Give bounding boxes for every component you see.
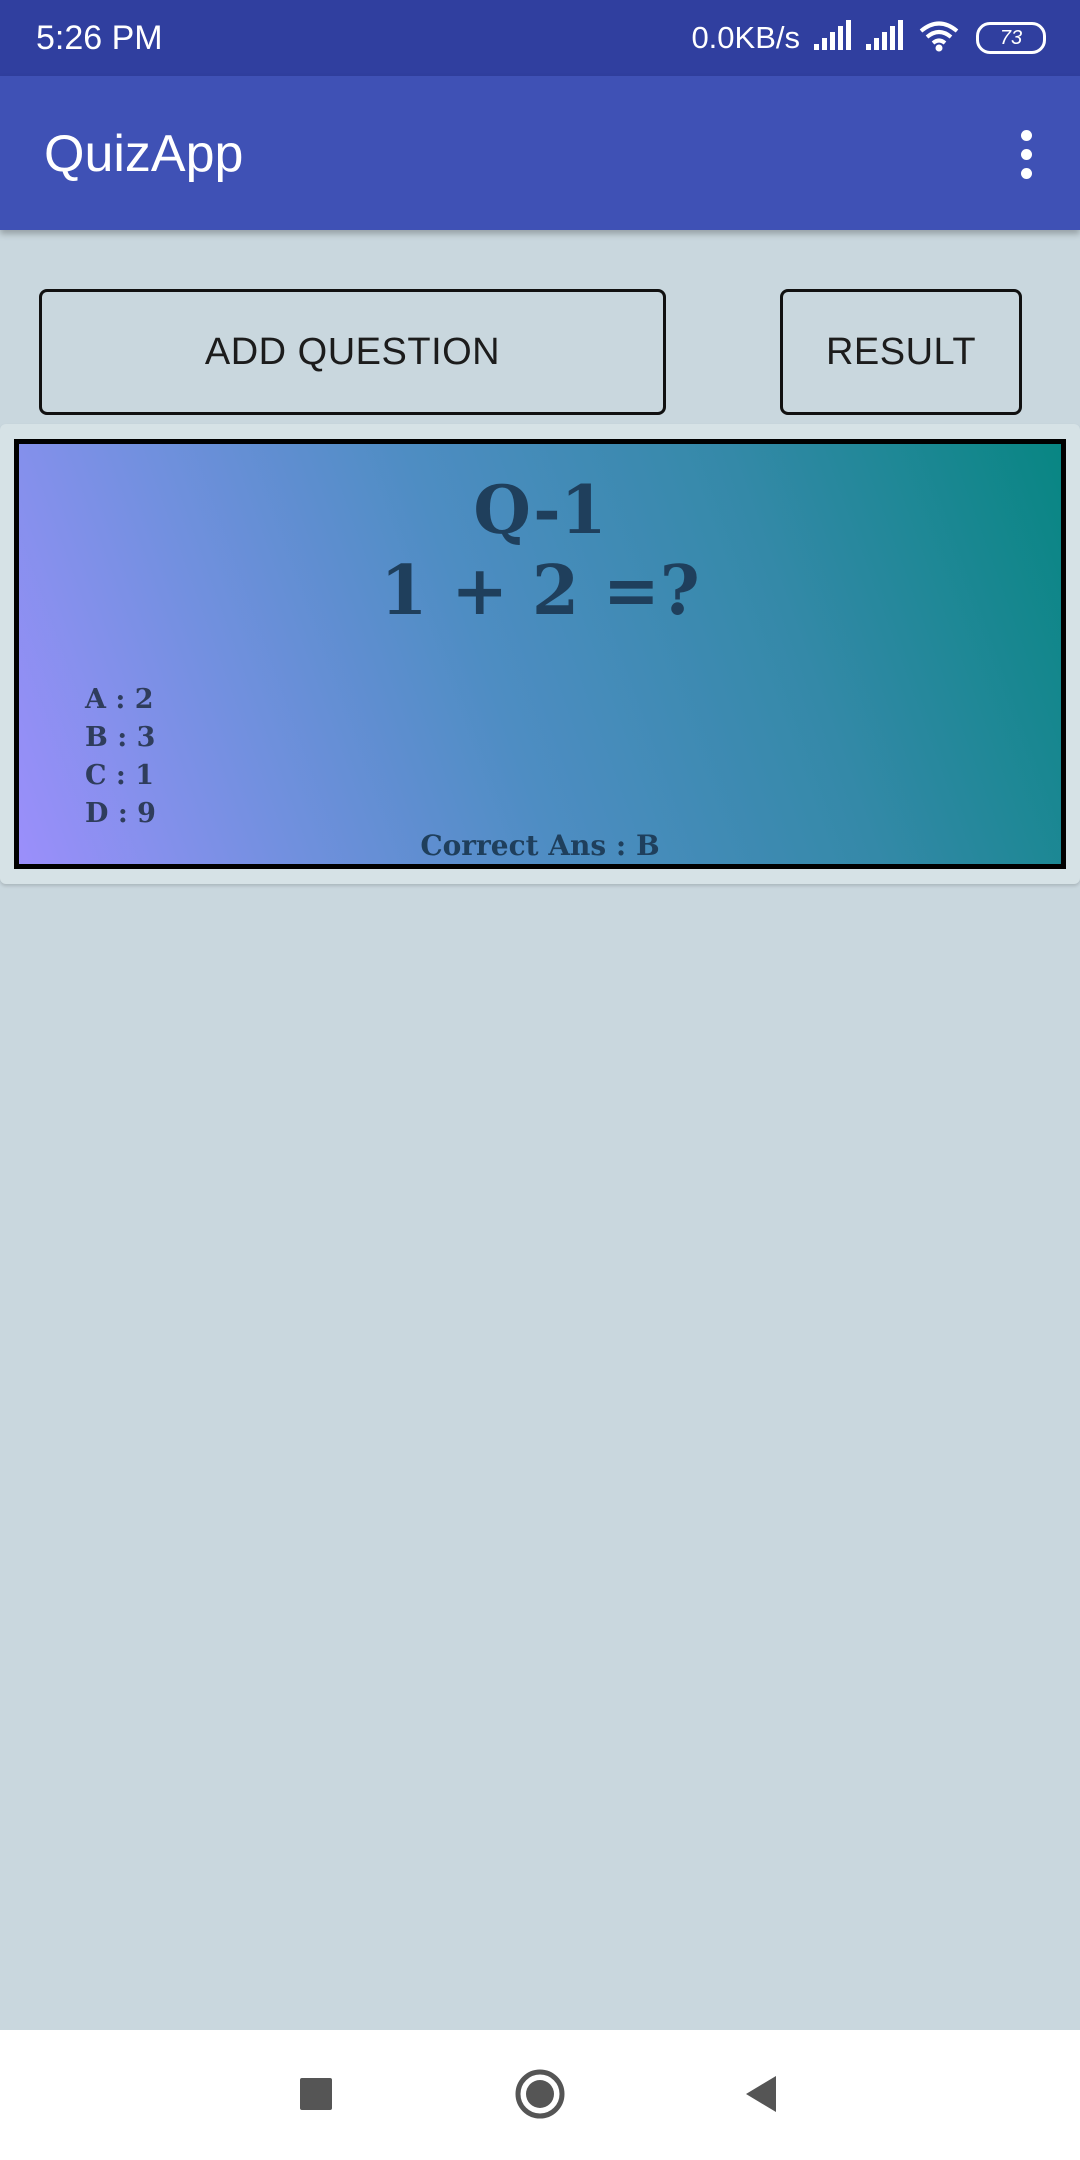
app-title: QuizApp (44, 125, 244, 183)
status-time: 5:26 PM (36, 19, 163, 57)
more-vert-icon[interactable] (998, 122, 1054, 186)
options-list: A : 2 B : 3 C : 1 D : 9 (85, 681, 156, 833)
battery-icon: 73 (976, 22, 1046, 54)
signal-icon (814, 19, 856, 57)
option-a: A : 2 (85, 684, 154, 715)
status-icons: 0.0KB/s 73 (691, 16, 1046, 60)
navigation-bar (0, 2030, 1080, 2160)
option-c: C : 1 (85, 760, 155, 791)
net-speed: 0.0KB/s (691, 20, 800, 55)
back-icon[interactable] (724, 2058, 796, 2130)
home-icon[interactable] (504, 2058, 576, 2130)
option-b: B : 3 (85, 722, 156, 753)
app-bar: QuizApp (0, 76, 1080, 230)
question-card[interactable]: Q-1 1 + 2 =? A : 2 B : 3 C : 1 D : 9 Cor… (14, 439, 1066, 869)
signal-icon (866, 19, 908, 57)
question-number: Q-1 (473, 471, 607, 549)
question-text: 1 + 2 =? (380, 551, 700, 631)
status-bar: 5:26 PM 0.0KB/s 73 (0, 0, 1080, 76)
recent-apps-icon[interactable] (280, 2058, 352, 2130)
wifi-icon (918, 20, 960, 57)
result-button[interactable]: RESULT (780, 289, 1022, 415)
correct-answer: Correct Ans : B (420, 829, 660, 862)
add-question-button[interactable]: ADD QUESTION (39, 289, 666, 415)
option-d: D : 9 (85, 798, 156, 829)
